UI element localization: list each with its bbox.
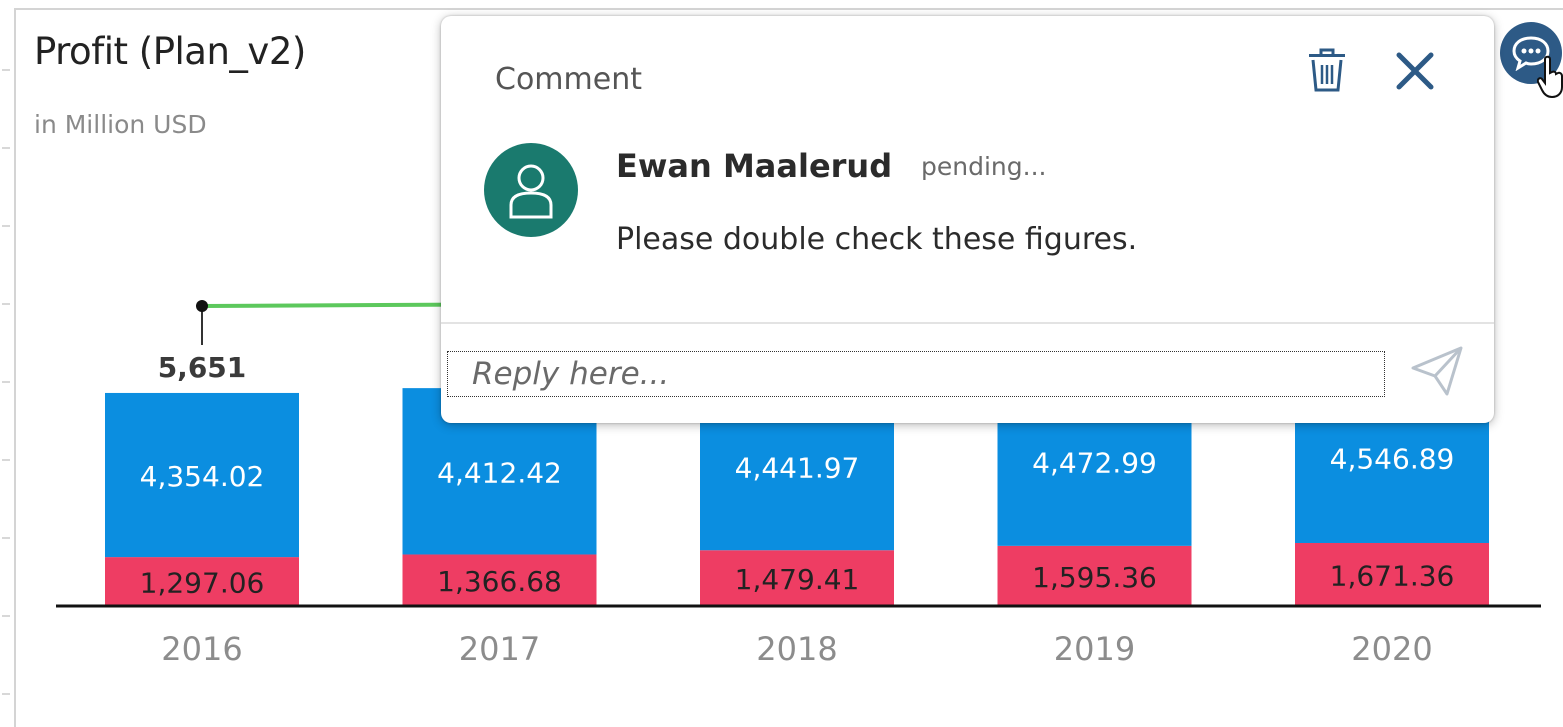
comment-text: Please double check these figures. <box>616 222 1138 257</box>
comment-status: pending... <box>921 152 1047 181</box>
reply-input[interactable] <box>447 351 1385 397</box>
data-label: 1,479.41 <box>735 563 860 596</box>
x-tick-label: 2017 <box>459 630 540 668</box>
comment-popover: Comment Ewan Maalerud pending... Please … <box>441 16 1494 423</box>
data-label: 1,297.06 <box>140 567 265 600</box>
close-icon <box>1396 52 1434 90</box>
avatar <box>484 143 578 237</box>
data-label: 4,441.97 <box>735 451 860 484</box>
hand-cursor-icon <box>1537 55 1563 99</box>
person-icon <box>509 164 553 219</box>
total-label: 5,651 <box>158 351 247 384</box>
comment-author: Ewan Maalerud <box>616 147 893 185</box>
data-label: 1,671.36 <box>1330 559 1455 592</box>
data-label: 1,595.36 <box>1032 561 1157 594</box>
line-point <box>196 300 208 312</box>
close-popover-button[interactable] <box>1393 49 1437 93</box>
x-tick-label: 2019 <box>1054 630 1135 668</box>
data-label: 4,546.89 <box>1330 442 1455 475</box>
data-label: 4,354.02 <box>140 460 265 493</box>
data-label: 1,366.68 <box>437 565 562 598</box>
send-reply-button[interactable] <box>1409 344 1465 398</box>
popover-title: Comment <box>495 62 642 97</box>
delete-comment-button[interactable] <box>1303 46 1351 94</box>
data-label: 4,472.99 <box>1032 447 1157 480</box>
x-tick-label: 2016 <box>161 630 242 668</box>
data-label: 4,412.42 <box>437 456 562 489</box>
x-tick-label: 2020 <box>1351 630 1432 668</box>
divider <box>441 322 1494 324</box>
x-tick-label: 2018 <box>756 630 837 668</box>
send-icon <box>1411 346 1463 396</box>
trash-icon <box>1309 48 1345 92</box>
